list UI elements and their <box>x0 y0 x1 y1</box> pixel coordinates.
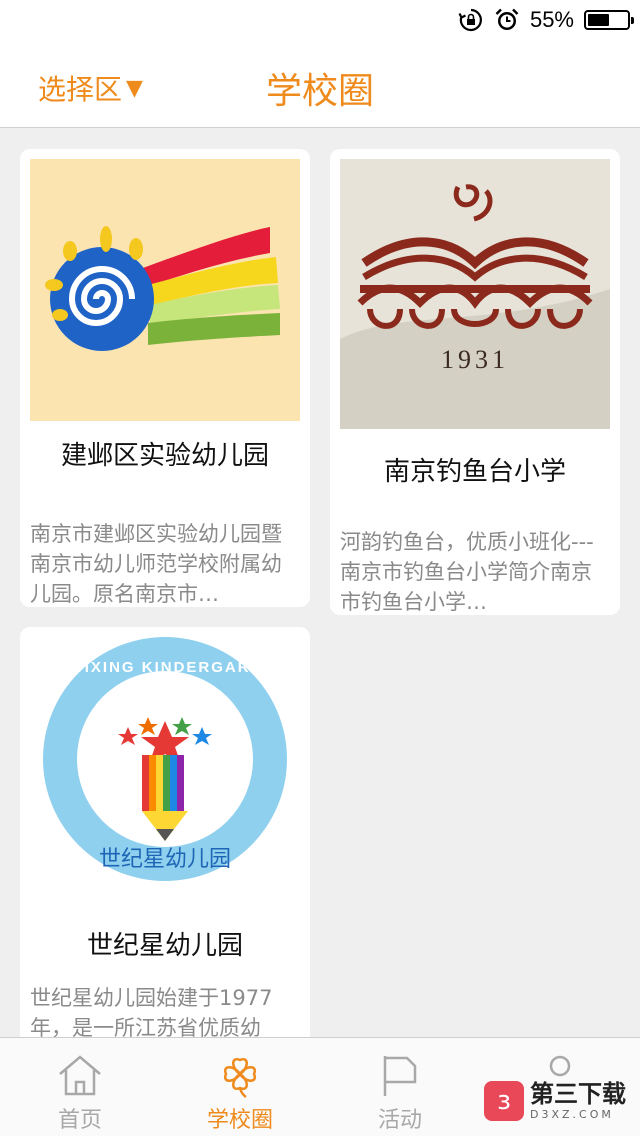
watermark-subtext: D3XZ.COM <box>530 1108 614 1121</box>
tab-school-circle[interactable]: 学校圈 <box>160 1038 320 1136</box>
school-name: 南京钓鱼台小学 <box>383 457 566 487</box>
clover-icon <box>223 1057 257 1098</box>
open-book-1931-logo-icon <box>340 184 610 429</box>
battery-level <box>588 14 609 26</box>
status-indicators: 55% <box>458 6 634 34</box>
school-description: 河韵钓鱼台，优质小班化---南京市钓鱼台小学简介南京市钓鱼台小学… <box>340 530 594 614</box>
battery-icon <box>584 10 634 30</box>
tab-label: 首页 <box>57 1108 102 1133</box>
school-logo-image: 1931 <box>340 159 610 429</box>
alarm-clock-icon <box>495 8 519 30</box>
school-logo-image: SHIJIXING KINDERGARTEN 世纪星幼儿园 <box>30 637 300 907</box>
school-name: 建邺区实验幼儿园 <box>60 441 269 471</box>
tab-label: 活动 <box>377 1108 422 1133</box>
tab-activity[interactable]: 活动 <box>320 1038 480 1136</box>
watermark-text-group: 第三下载 D3XZ.COM <box>530 1080 626 1121</box>
logo-inner-text: 世纪星幼儿园 <box>98 847 231 872</box>
school-name: 世纪星幼儿园 <box>86 931 243 961</box>
school-card[interactable]: SHIJIXING KINDERGARTEN 世纪星幼儿园 世纪星幼儿园 世纪星… <box>20 627 310 1037</box>
rotation-lock-icon <box>458 8 482 32</box>
school-list[interactable]: 建邺区实验幼儿园 南京市建邺区实验幼儿园暨南京市幼儿师范学校附属幼儿园。原名南京… <box>0 129 640 1037</box>
logo-ring-text: SHIJIXING KINDERGARTEN <box>43 659 287 676</box>
watermark-text: 第三下载 <box>530 1080 626 1108</box>
watermark-logo-icon: з <box>484 1080 524 1121</box>
logo-year-text: 1931 <box>441 345 509 374</box>
school-description: 世纪星幼儿园始建于1977年，是一所江苏省优质幼 <box>30 986 273 1037</box>
status-bar: 55% <box>0 0 640 40</box>
school-description: 南京市建邺区实验幼儿园暨南京市幼儿师范学校附属幼儿园。原名南京市… <box>30 522 282 606</box>
school-logo-image <box>30 159 300 421</box>
school-card[interactable]: 建邺区实验幼儿园 南京市建邺区实验幼儿园暨南京市幼儿师范学校附属幼儿园。原名南京… <box>20 149 310 607</box>
school-card[interactable]: 1931 南京钓鱼台小学 河韵钓鱼台，优质小班化---南京市钓鱼台小学简介南京市… <box>330 149 620 615</box>
tab-home[interactable]: 首页 <box>0 1038 160 1136</box>
battery-percentage: 55% <box>529 7 574 32</box>
tab-label: 学校圈 <box>206 1108 273 1133</box>
nav-bar: 选择区 ▼ 学校圈 <box>0 40 640 128</box>
watermark: з 第三下载 D3XZ.COM <box>484 1080 626 1121</box>
page-title: 学校圈 <box>265 71 374 112</box>
home-icon <box>59 1055 101 1096</box>
flag-icon <box>383 1056 417 1096</box>
rainbow-spiral-logo-icon <box>45 226 280 351</box>
